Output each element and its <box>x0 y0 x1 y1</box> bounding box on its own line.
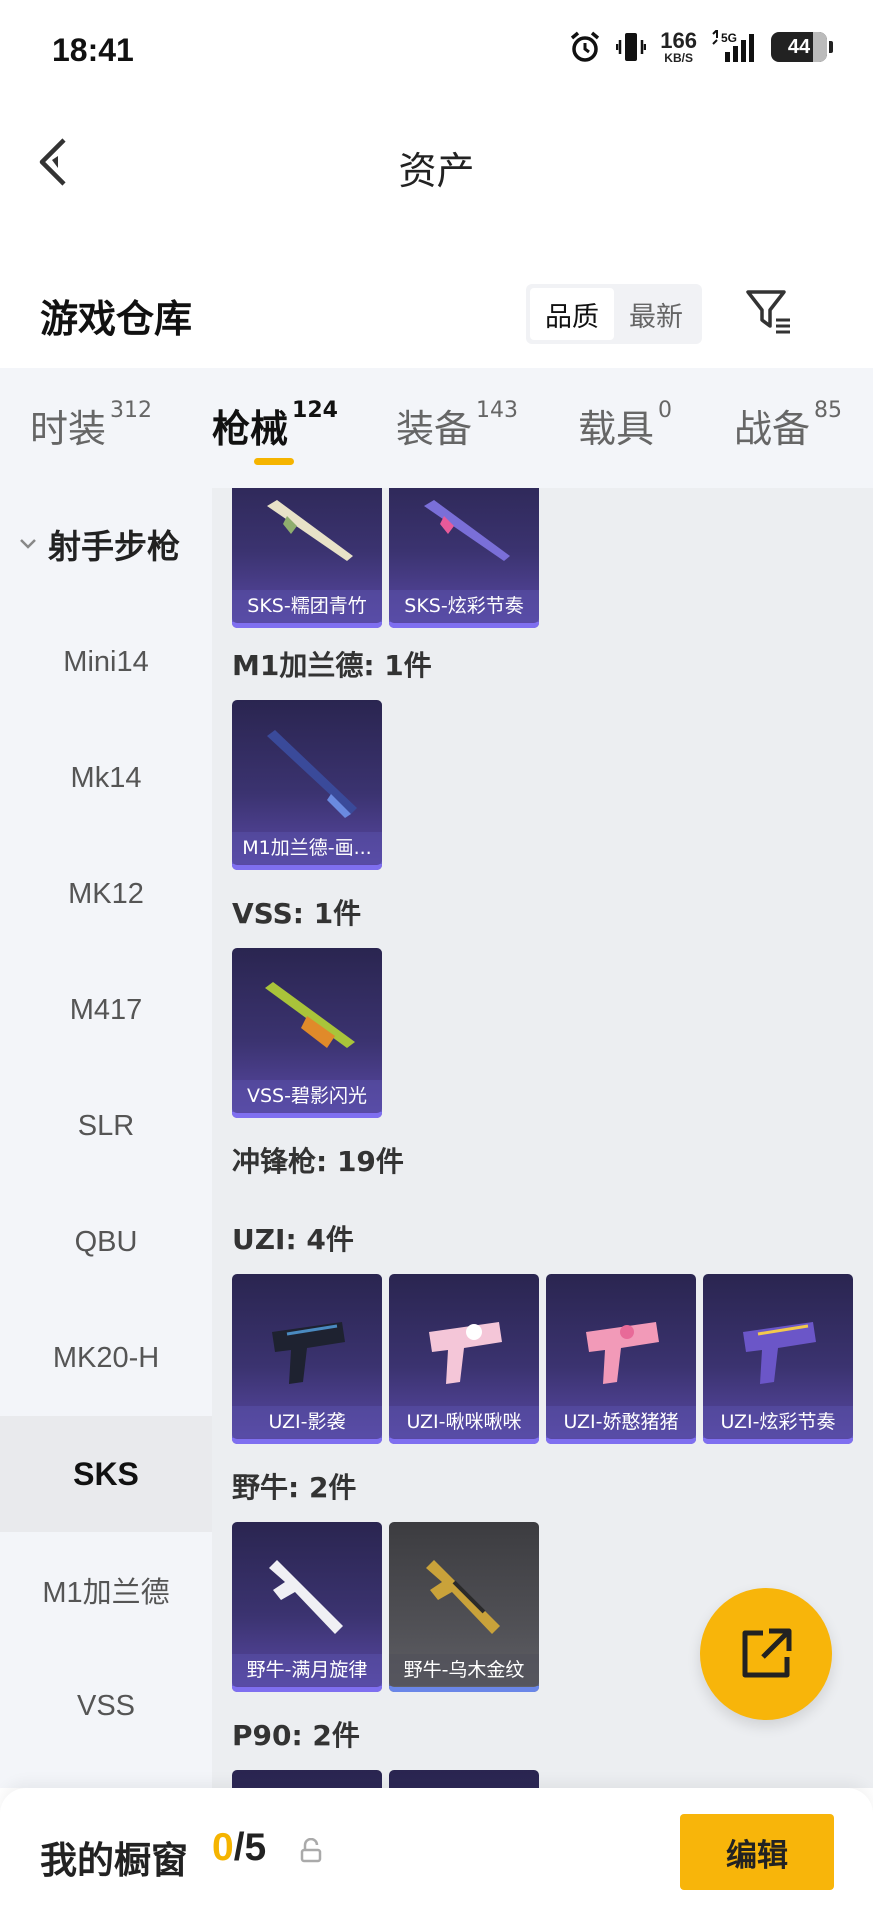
network-type: 5G <box>721 31 737 45</box>
item-card[interactable]: SKS-糯团青竹 <box>232 488 382 628</box>
bottom-bar: 我的橱窗 0/5 编辑 <box>0 1788 873 1920</box>
tab-count: 85 <box>814 398 843 423</box>
vibrate-icon <box>616 33 647 61</box>
tab-firearms[interactable]: 枪械 124 <box>212 398 338 453</box>
edit-button[interactable]: 编辑 <box>680 1814 834 1890</box>
item-card[interactable] <box>389 1770 539 1788</box>
lock-icon <box>300 1838 322 1863</box>
sidebar-item-mini14[interactable]: Mini14 <box>0 604 212 720</box>
rifle-icon <box>424 500 510 561</box>
sidebar-item-qbu[interactable]: QBU <box>0 1184 212 1300</box>
tab-label: 战备 <box>734 407 811 451</box>
status-bar: 18:41 166 KB/S 5G 44 <box>0 0 873 104</box>
section-label-smg: 冲锋枪: 19件 <box>232 1145 404 1178</box>
share-icon <box>742 1628 792 1678</box>
sidebar-item-slr[interactable]: SLR <box>0 1068 212 1184</box>
showcase-current: 0 <box>212 1826 234 1869</box>
item-card[interactable]: M1加兰德-画... <box>232 700 382 870</box>
sidebar-item-vss[interactable]: VSS <box>0 1648 212 1764</box>
item-card[interactable]: 野牛-乌木金纹 <box>389 1522 539 1692</box>
battery-icon: 44 <box>771 32 833 62</box>
sidebar-group-label: 射手步枪 <box>48 527 180 566</box>
tab-count: 124 <box>292 398 338 423</box>
status-icons: 166 KB/S 5G 44 <box>568 28 833 65</box>
tab-label: 时装 <box>30 407 107 451</box>
smg-icon <box>269 1560 343 1634</box>
sidebar-item-m417[interactable]: M417 <box>0 952 212 1068</box>
filter-icon[interactable] <box>744 286 796 338</box>
tab-count: 143 <box>476 398 519 423</box>
sidebar-item-sks[interactable]: SKS <box>0 1416 212 1532</box>
alarm-icon <box>571 31 600 62</box>
tab-label: 载具 <box>578 407 655 451</box>
smg-icon <box>272 1322 345 1384</box>
tab-count: 312 <box>110 398 153 423</box>
tab-supplies[interactable]: 战备 85 <box>734 398 842 453</box>
chevron-down-icon <box>20 539 36 549</box>
item-card[interactable]: VSS-碧影闪光 <box>232 948 382 1118</box>
rifle-icon <box>267 500 353 561</box>
net-speed-value: 166 <box>660 28 697 53</box>
item-card[interactable] <box>232 1770 382 1788</box>
item-card[interactable]: UZI-娇憨猪猪 <box>546 1274 696 1444</box>
item-name: UZI-啾咪啾咪 <box>389 1406 539 1438</box>
item-name: SKS-炫彩节奏 <box>389 590 539 622</box>
category-tabs: 时装 312 枪械 124 装备 143 载具 0 战备 85 <box>0 368 873 488</box>
showcase-total: /5 <box>233 1826 267 1869</box>
item-name: 野牛-满月旋律 <box>232 1654 382 1686</box>
tab-label: 枪械 <box>212 407 289 451</box>
showcase-count: 0/5 <box>212 1826 266 1870</box>
sort-toggle: 品质 最新 <box>526 284 702 344</box>
sidebar-item-mk14[interactable]: Mk14 <box>0 720 212 836</box>
page-title: 资产 <box>398 149 475 193</box>
warehouse-row: 游戏仓库 品质 最新 <box>0 262 873 362</box>
sidebar-item-m1garand[interactable]: M1加兰德 <box>0 1532 212 1648</box>
smg-icon <box>586 1322 659 1384</box>
smg-icon <box>743 1322 816 1384</box>
net-speed-unit: KB/S <box>664 51 693 65</box>
item-name: 野牛-乌木金纹 <box>389 1654 539 1686</box>
battery-level: 44 <box>787 35 811 58</box>
weapon-sidebar: 射手步枪 Mini14 Mk14 MK12 M417 SLR QBU MK20-… <box>0 488 212 1788</box>
rifle-icon <box>267 730 357 818</box>
showcase-label: 我的橱窗 <box>40 1839 188 1882</box>
sidebar-group-marksman[interactable]: 射手步枪 <box>0 508 212 580</box>
item-name: UZI-影袭 <box>232 1406 382 1438</box>
item-card[interactable]: 野牛-满月旋律 <box>232 1522 382 1692</box>
header: 资产 <box>0 104 873 224</box>
tab-fashion[interactable]: 时装 312 <box>30 398 152 453</box>
smg-icon <box>429 1322 502 1384</box>
share-button[interactable] <box>700 1588 832 1720</box>
item-name: UZI-炫彩节奏 <box>703 1406 853 1438</box>
item-card[interactable]: UZI-影袭 <box>232 1274 382 1444</box>
rifle-icon <box>265 982 355 1048</box>
item-name: M1加兰德-画... <box>232 832 382 864</box>
warehouse-title: 游戏仓库 <box>40 297 193 341</box>
tab-label: 装备 <box>396 407 473 451</box>
item-card[interactable]: UZI-炫彩节奏 <box>703 1274 853 1444</box>
item-name: SKS-糯团青竹 <box>232 590 382 622</box>
status-time: 18:41 <box>52 32 134 68</box>
item-name: UZI-娇憨猪猪 <box>546 1406 696 1438</box>
sidebar-item-mk12[interactable]: MK12 <box>0 836 212 952</box>
section-label-p90: P90: 2件 <box>232 1719 360 1752</box>
item-card[interactable]: SKS-炫彩节奏 <box>389 488 539 628</box>
section-label-vss: VSS: 1件 <box>232 897 362 930</box>
item-card[interactable]: UZI-啾咪啾咪 <box>389 1274 539 1444</box>
active-tab-indicator <box>254 458 294 465</box>
item-name: VSS-碧影闪光 <box>232 1080 382 1112</box>
signal-icon: 5G <box>712 30 754 62</box>
sidebar-item-mk20h[interactable]: MK20-H <box>0 1300 212 1416</box>
smg-icon <box>426 1560 500 1634</box>
section-label-bison: 野牛: 2件 <box>232 1471 357 1504</box>
sort-quality-button[interactable]: 品质 <box>530 288 614 340</box>
section-label-uzi: UZI: 4件 <box>232 1223 354 1256</box>
tab-equipment[interactable]: 装备 143 <box>396 398 518 453</box>
net-speed: 166 KB/S <box>660 28 697 65</box>
tab-count: 0 <box>658 398 673 423</box>
sort-newest-button[interactable]: 最新 <box>614 288 698 340</box>
section-label-m1: M1加兰德: 1件 <box>232 649 432 682</box>
tab-vehicles[interactable]: 载具 0 <box>578 398 672 453</box>
